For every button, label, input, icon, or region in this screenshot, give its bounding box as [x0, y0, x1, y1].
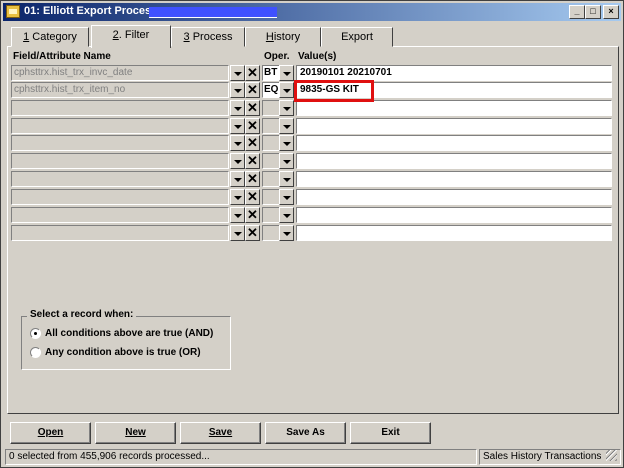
value-input[interactable]: [296, 135, 612, 151]
oper-dropdown-arrow-icon[interactable]: [279, 118, 294, 134]
value-input[interactable]: [296, 225, 612, 241]
oper-dropdown-arrow-icon[interactable]: [279, 171, 294, 187]
close-button[interactable]: ×: [603, 5, 619, 19]
field-dropdown-arrow-icon[interactable]: [230, 171, 245, 187]
field-dropdown-arrow-icon[interactable]: [230, 65, 245, 81]
filter-row: ✕: [11, 118, 613, 134]
field-dropdown-arrow-icon[interactable]: [230, 225, 245, 241]
clear-row-x-icon[interactable]: ✕: [245, 207, 260, 223]
field-dropdown-arrow-icon[interactable]: [230, 100, 245, 116]
resize-grip-icon[interactable]: [606, 450, 617, 461]
clear-row-x-icon[interactable]: ✕: [245, 135, 260, 151]
value-input[interactable]: [296, 171, 612, 187]
clear-row-x-icon[interactable]: ✕: [245, 118, 260, 134]
radio-unselected-icon[interactable]: [30, 347, 41, 358]
status-context: Sales History Transactions: [479, 449, 621, 465]
field-dropdown[interactable]: [11, 225, 229, 241]
field-dropdown-arrow-icon[interactable]: [230, 207, 245, 223]
window-controls: _ □ ×: [569, 5, 619, 19]
field-dropdown[interactable]: [11, 135, 229, 151]
open-button[interactable]: Open: [10, 422, 91, 444]
radio-or-label: Any condition above is true (OR): [45, 347, 201, 358]
new-button[interactable]: New: [95, 422, 176, 444]
oper-dropdown-arrow-icon[interactable]: [279, 153, 294, 169]
value-input[interactable]: [296, 207, 612, 223]
clear-row-x-icon[interactable]: ✕: [245, 65, 260, 81]
filter-row: ✕: [11, 100, 613, 116]
field-dropdown[interactable]: cphsttrx.hist_trx_item_no: [11, 82, 229, 98]
field-dropdown-arrow-icon[interactable]: [230, 153, 245, 169]
tab-process[interactable]: 3 Process: [171, 27, 245, 47]
field-dropdown-arrow-icon[interactable]: [230, 135, 245, 151]
field-dropdown[interactable]: [11, 189, 229, 205]
field-dropdown[interactable]: [11, 207, 229, 223]
filter-row: ✕: [11, 225, 613, 241]
filter-row: ✕: [11, 189, 613, 205]
value-input[interactable]: [296, 189, 612, 205]
filter-row: ✕: [11, 153, 613, 169]
app-window: 01: Elliott Export Processor - _ □ × 1 C…: [0, 0, 624, 468]
oper-dropdown-arrow-icon[interactable]: [279, 65, 294, 81]
clear-row-x-icon[interactable]: ✕: [245, 171, 260, 187]
tab-history[interactable]: History: [245, 27, 321, 47]
radio-and-option[interactable]: All conditions above are true (AND): [30, 328, 213, 339]
radio-selected-icon[interactable]: [30, 328, 41, 339]
value-input[interactable]: [296, 118, 612, 134]
value-input[interactable]: [296, 153, 612, 169]
value-column-header: Value(s): [298, 51, 337, 62]
tab-export[interactable]: Export: [321, 27, 393, 47]
minimize-button[interactable]: _: [569, 5, 585, 19]
field-dropdown-arrow-icon[interactable]: [230, 118, 245, 134]
maximize-button[interactable]: □: [585, 5, 601, 19]
title-bar[interactable]: 01: Elliott Export Processor - _ □ ×: [3, 3, 621, 21]
app-icon: [6, 5, 20, 18]
tab-category[interactable]: 1 Category: [11, 27, 89, 47]
filter-row: cphsttrx.hist_trx_invc_date ✕ BT 2019010…: [11, 65, 613, 81]
status-records: 0 selected from 455,906 records processe…: [5, 449, 477, 465]
oper-column-header: Oper.: [264, 51, 290, 62]
clear-row-x-icon[interactable]: ✕: [245, 100, 260, 116]
field-column-header: Field/Attribute Name: [13, 51, 111, 62]
save-button[interactable]: Save: [180, 422, 261, 444]
redacted-title-block: [149, 7, 277, 18]
clear-row-x-icon[interactable]: ✕: [245, 225, 260, 241]
tab-filter[interactable]: 2. Filter: [91, 25, 171, 48]
field-dropdown[interactable]: [11, 153, 229, 169]
field-dropdown[interactable]: [11, 118, 229, 134]
oper-dropdown-arrow-icon[interactable]: [279, 207, 294, 223]
value-input[interactable]: 20190101 20210701: [296, 65, 612, 81]
field-dropdown-arrow-icon[interactable]: [230, 189, 245, 205]
filter-row: ✕: [11, 171, 613, 187]
filter-row: cphsttrx.hist_trx_item_no ✕ EQ 9835-GS K…: [11, 82, 613, 98]
radio-or-option[interactable]: Any condition above is true (OR): [30, 347, 201, 358]
field-dropdown[interactable]: cphsttrx.hist_trx_invc_date: [11, 65, 229, 81]
clear-row-x-icon[interactable]: ✕: [245, 82, 260, 98]
value-input[interactable]: [296, 100, 612, 116]
record-when-group: [21, 316, 231, 370]
clear-row-x-icon[interactable]: ✕: [245, 153, 260, 169]
exit-button[interactable]: Exit: [350, 422, 431, 444]
record-when-legend: Select a record when:: [27, 309, 137, 320]
clear-row-x-icon[interactable]: ✕: [245, 189, 260, 205]
oper-dropdown-arrow-icon[interactable]: [279, 189, 294, 205]
value-input[interactable]: 9835-GS KIT: [296, 82, 612, 98]
field-dropdown[interactable]: [11, 171, 229, 187]
oper-dropdown-arrow-icon[interactable]: [279, 82, 294, 98]
status-context-label: Sales History Transactions: [483, 451, 602, 462]
oper-dropdown-arrow-icon[interactable]: [279, 225, 294, 241]
field-dropdown[interactable]: [11, 100, 229, 116]
field-dropdown-arrow-icon[interactable]: [230, 82, 245, 98]
filter-row: ✕: [11, 207, 613, 223]
filter-row: ✕: [11, 135, 613, 151]
oper-dropdown-arrow-icon[interactable]: [279, 100, 294, 116]
radio-and-label: All conditions above are true (AND): [45, 328, 214, 339]
save-as-button[interactable]: Save As: [265, 422, 346, 444]
oper-dropdown-arrow-icon[interactable]: [279, 135, 294, 151]
